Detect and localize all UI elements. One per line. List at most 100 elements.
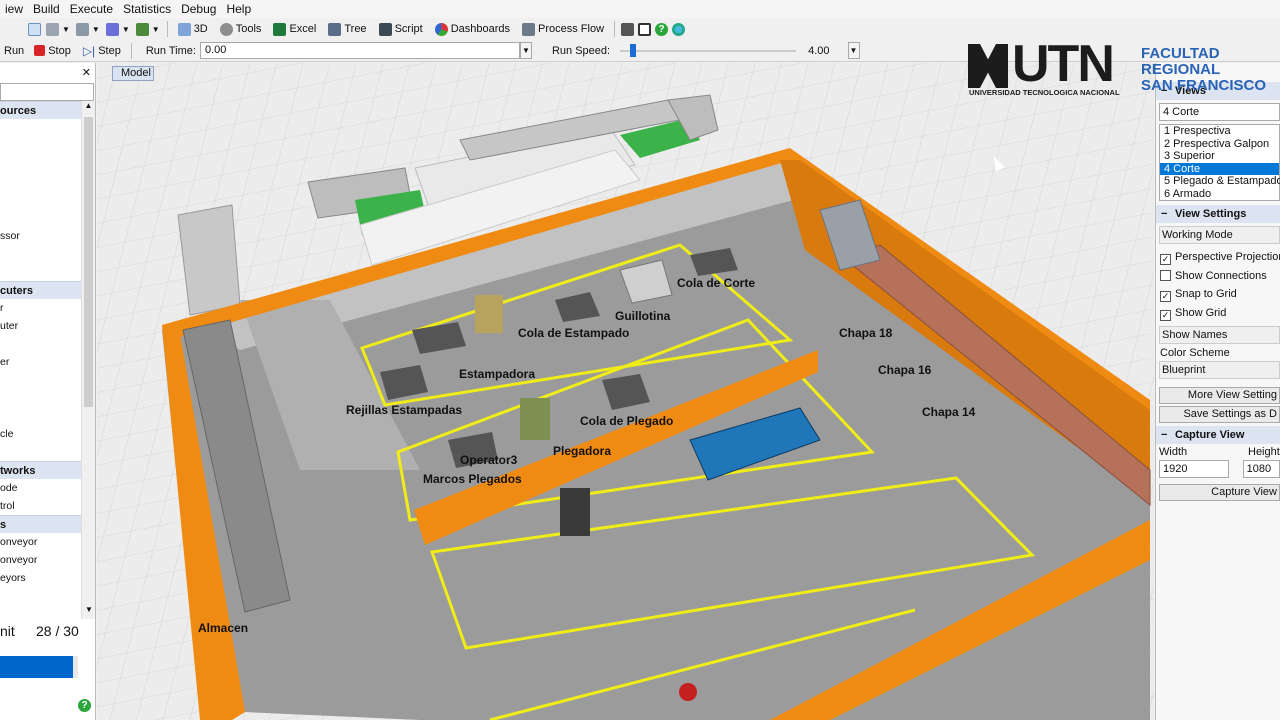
library-item[interactable] [0, 191, 81, 209]
view-settings-header[interactable]: View Settings [1156, 205, 1280, 223]
label-cola-de-corte[interactable]: Cola de Corte [677, 276, 755, 290]
capture-view-header[interactable]: Capture View [1156, 426, 1280, 444]
tree-button[interactable]: Tree [322, 18, 372, 40]
width-input[interactable]: 1920 [1159, 460, 1229, 478]
save-settings-button[interactable]: Save Settings as D [1159, 406, 1280, 423]
tab-model[interactable]: Model [112, 66, 154, 81]
scroll-thumb[interactable] [84, 117, 93, 407]
views-combobox[interactable]: 4 Corte [1159, 103, 1280, 121]
library-item[interactable] [0, 155, 81, 173]
library-item[interactable]: ode [0, 479, 81, 497]
stop-button[interactable]: Stop [28, 40, 77, 62]
library-search-input[interactable] [0, 83, 94, 101]
network-mode-button[interactable]: ▼ [73, 18, 103, 40]
height-input[interactable]: 1080 [1242, 460, 1280, 478]
library-item[interactable] [0, 119, 81, 137]
script-button[interactable]: Script [373, 18, 429, 40]
perspective-projection-checkbox[interactable]: ✓ Perspective Projection [1156, 248, 1280, 267]
label-cola-de-plegado[interactable]: Cola de Plegado [580, 414, 673, 428]
library-item[interactable] [0, 137, 81, 155]
window-button[interactable] [636, 18, 653, 40]
library-item[interactable] [0, 209, 81, 227]
view-item[interactable]: 6 Armado [1160, 188, 1279, 201]
label-guillotina[interactable]: Guillotina [615, 309, 670, 323]
snap-to-grid-checkbox[interactable]: ✓ Snap to Grid [1156, 285, 1280, 304]
view-item[interactable]: 2 Prespectiva Galpon [1160, 138, 1279, 151]
excel-button[interactable]: Excel [267, 18, 322, 40]
run-time-dropdown[interactable]: ▼ [519, 42, 532, 59]
label-rejillas-estampadas[interactable]: Rejillas Estampadas [346, 403, 462, 417]
library-item[interactable]: onveyor [0, 551, 81, 569]
library-group-header[interactable]: s [0, 515, 81, 533]
menu-view[interactable]: iew [0, 2, 28, 16]
help-button[interactable]: ? [653, 18, 670, 40]
label-cola-de-estampado[interactable]: Cola de Estampado [518, 326, 629, 340]
library-group-header[interactable]: cuters [0, 281, 81, 299]
library-item[interactable]: er [0, 353, 81, 371]
run-speed-dropdown[interactable]: ▼ [847, 42, 860, 59]
menu-statistics[interactable]: Statistics [118, 2, 176, 16]
label-chapa-18[interactable]: Chapa 18 [839, 326, 892, 340]
menu-build[interactable]: Build [28, 2, 65, 16]
library-item[interactable] [0, 263, 81, 281]
menu-execute[interactable]: Execute [65, 2, 118, 16]
help-icon[interactable]: ? [78, 699, 91, 712]
library-item[interactable]: uter [0, 317, 81, 335]
library-item[interactable]: onveyor [0, 533, 81, 551]
more-view-settings-button[interactable]: More View Setting [1159, 387, 1280, 404]
show-grid-checkbox[interactable]: ✓ Show Grid [1156, 304, 1280, 323]
checkbox-checked[interactable]: ✓ [1160, 309, 1171, 321]
shape-mode-button[interactable]: ▼ [103, 18, 133, 40]
label-marcos-plegados[interactable]: Marcos Plegados [423, 472, 522, 486]
online-button[interactable] [670, 18, 687, 40]
label-plegadora[interactable]: Plegadora [553, 444, 611, 458]
library-item[interactable]: r [0, 299, 81, 317]
checkbox-unchecked[interactable] [1160, 269, 1171, 281]
menu-help[interactable]: Help [221, 2, 256, 16]
library-item[interactable] [0, 245, 81, 263]
layout-button[interactable] [619, 18, 636, 40]
view-item-selected[interactable]: 4 Corte [1160, 162, 1279, 175]
checkbox-checked[interactable]: ✓ [1160, 254, 1171, 265]
menu-debug[interactable]: Debug [176, 2, 221, 16]
library-scrollbar[interactable]: ▲ ▼ [81, 101, 95, 619]
process-flow-button[interactable]: Process Flow [516, 18, 610, 40]
library-group-header[interactable]: tworks [0, 461, 81, 479]
slider-thumb[interactable] [629, 44, 636, 57]
run-time-field[interactable]: 0.00 [199, 42, 520, 59]
label-chapa-16[interactable]: Chapa 16 [878, 363, 931, 377]
scroll-up-icon[interactable]: ▲ [82, 101, 95, 115]
library-item[interactable] [0, 407, 81, 425]
working-mode-dropdown[interactable]: Working Mode [1159, 226, 1280, 244]
library-item[interactable] [0, 389, 81, 407]
run-button[interactable]: Run [0, 40, 28, 62]
library-item[interactable]: trol [0, 497, 81, 515]
library-item[interactable] [0, 335, 81, 353]
library-item[interactable]: eyors [0, 569, 81, 587]
view-item[interactable]: 1 Prespectiva [1160, 125, 1279, 138]
step-button[interactable]: ▷| Step [77, 40, 127, 62]
library-item[interactable] [0, 371, 81, 389]
scroll-down-icon[interactable]: ▼ [82, 605, 95, 619]
run-speed-slider[interactable] [616, 42, 797, 59]
library-item[interactable] [0, 173, 81, 191]
view-item[interactable]: 5 Plegado & Estampado [1160, 175, 1280, 188]
tools-button[interactable]: Tools [214, 18, 268, 40]
group-mode-button[interactable]: ▼ [133, 18, 163, 40]
library-item[interactable]: ssor [0, 227, 81, 245]
dashboards-button[interactable]: Dashboards [429, 18, 516, 40]
select-mode-button[interactable] [0, 18, 43, 40]
view-item[interactable]: 3 Superior [1160, 150, 1279, 163]
color-scheme-dropdown[interactable]: Blueprint [1159, 361, 1280, 379]
label-operator3[interactable]: Operator3 [460, 453, 517, 467]
label-chapa-14[interactable]: Chapa 14 [922, 405, 975, 419]
library-item[interactable]: cle [0, 425, 81, 443]
label-almacen[interactable]: Almacen [198, 621, 248, 635]
checkbox-checked[interactable]: ✓ [1160, 291, 1171, 302]
connect-mode-button[interactable]: ▼ [43, 18, 73, 40]
3d-button[interactable]: 3D [172, 18, 214, 40]
model-3d-view[interactable]: Cola de Corte Guillotina Cola de Estampa… [97, 63, 1154, 720]
capture-view-button[interactable]: Capture View [1159, 484, 1280, 501]
show-names-dropdown[interactable]: Show Names [1159, 326, 1280, 344]
library-group-header[interactable]: ources [0, 101, 81, 119]
